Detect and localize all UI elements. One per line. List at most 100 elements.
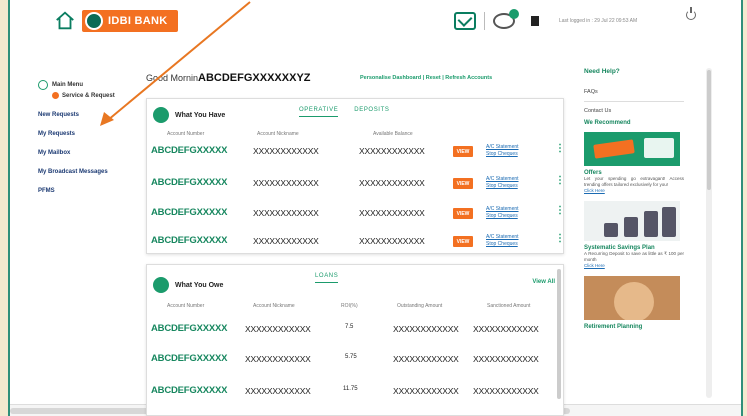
loan-account-number[interactable]: ABCDEFGXXXXX bbox=[151, 323, 227, 334]
row-links: A/C Statement Stop Cheques bbox=[486, 144, 519, 158]
stop-cheques-link[interactable]: Stop Cheques bbox=[486, 213, 519, 220]
stop-cheques-link[interactable]: Stop Cheques bbox=[486, 151, 519, 158]
col-available-balance: Available Balance bbox=[373, 131, 413, 137]
kebab-icon[interactable]: ⋮ bbox=[555, 176, 565, 186]
sanctioned-amount: XXXXXXXXXXXX bbox=[473, 354, 539, 364]
view-button[interactable]: VIEW bbox=[453, 236, 473, 247]
mail-icon[interactable] bbox=[454, 12, 476, 30]
account-number[interactable]: ABCDEFGXXXXX bbox=[151, 145, 227, 156]
ac-statement-link[interactable]: A/C Statement bbox=[486, 206, 519, 213]
offers-banner-image[interactable] bbox=[584, 132, 680, 166]
table-row: ABCDEFGXXXXX XXXXXXXXXXXX XXXXXXXXXXXX V… bbox=[147, 144, 565, 169]
account-number[interactable]: ABCDEFGXXXXX bbox=[151, 207, 227, 218]
dashboard-links[interactable]: Personalise Dashboard | Reset | Refresh … bbox=[360, 75, 492, 81]
main-menu-label: Main Menu bbox=[52, 82, 83, 88]
col-outstanding: Outstanding Amount bbox=[397, 303, 443, 309]
kebab-icon[interactable]: ⋮ bbox=[555, 234, 565, 244]
sanctioned-amount: XXXXXXXXXXXX bbox=[473, 386, 539, 396]
sidebar-item-my-requests[interactable]: My Requests bbox=[38, 131, 148, 137]
row-links: A/C Statement Stop Cheques bbox=[486, 176, 519, 190]
home-icon[interactable] bbox=[54, 10, 76, 32]
roi-value: 7.5 bbox=[345, 324, 354, 330]
divider bbox=[484, 12, 485, 30]
loan-account-number[interactable]: ABCDEFGXXXXX bbox=[151, 353, 227, 364]
savings-plan-image[interactable] bbox=[584, 201, 680, 241]
user-icon[interactable] bbox=[531, 16, 539, 26]
outstanding-amount: XXXXXXXXXXXX bbox=[393, 324, 459, 334]
ac-statement-link[interactable]: A/C Statement bbox=[486, 144, 519, 151]
card-title: What You Have bbox=[175, 111, 226, 119]
scrollbar-thumb[interactable] bbox=[707, 70, 711, 190]
roi-value: 5.75 bbox=[345, 354, 357, 360]
offers-text: Let your spending go extravagant! Access… bbox=[584, 176, 684, 187]
ssp-text: A Recurring Deposit to save as little as… bbox=[584, 251, 684, 262]
table-row: ABCDEFGXXXXX XXXXXXXXXXXX 7.5 XXXXXXXXXX… bbox=[147, 323, 557, 347]
col-account-nickname: Account Nickname bbox=[257, 131, 299, 137]
right-panel: Need Help? FAQs Contact Us We Recommend … bbox=[584, 68, 684, 330]
bank-logo[interactable]: IDBI BANK bbox=[82, 10, 178, 32]
faqs-link[interactable]: FAQs bbox=[584, 89, 684, 95]
view-button[interactable]: VIEW bbox=[453, 178, 473, 189]
tab-loans[interactable]: LOANS bbox=[315, 273, 339, 283]
account-tabs: OPERATIVE DEPOSITS bbox=[299, 107, 389, 117]
row-links: A/C Statement Stop Cheques bbox=[486, 206, 519, 220]
sidebar-item-pfms[interactable]: PFMS bbox=[38, 188, 148, 194]
greeting: Good MorninABCDEFGXXXXXXYZ bbox=[146, 72, 311, 84]
card-scrollbar[interactable] bbox=[557, 269, 561, 399]
view-button[interactable]: VIEW bbox=[453, 208, 473, 219]
view-button[interactable]: VIEW bbox=[453, 146, 473, 157]
view-all-link[interactable]: View All bbox=[532, 279, 555, 285]
power-icon[interactable] bbox=[686, 7, 696, 20]
ssp-click-here[interactable]: Click Here bbox=[584, 263, 684, 268]
table-row: ABCDEFGXXXXX XXXXXXXXXXXX 5.75 XXXXXXXXX… bbox=[147, 353, 557, 377]
sidebar-item-broadcast-messages[interactable]: My Broadcast Messages bbox=[38, 169, 148, 175]
sanctioned-amount: XXXXXXXXXXXX bbox=[473, 324, 539, 334]
outstanding-amount: XXXXXXXXXXXX bbox=[393, 386, 459, 396]
loan-nickname: XXXXXXXXXXXX bbox=[245, 354, 311, 364]
toolbar-icons: Last logged in : 29 Jul 22 09:53 AM bbox=[454, 9, 637, 30]
retirement-image[interactable] bbox=[584, 276, 680, 320]
account-number[interactable]: ABCDEFGXXXXX bbox=[151, 177, 227, 188]
outstanding-amount: XXXXXXXXXXXX bbox=[393, 354, 459, 364]
bank-name: IDBI BANK bbox=[108, 15, 168, 27]
offers-click-here[interactable]: Click Here bbox=[584, 188, 684, 193]
col-account-number: Account Number bbox=[167, 131, 205, 137]
main-menu[interactable]: Main Menu bbox=[38, 80, 148, 90]
tab-deposits[interactable]: DEPOSITS bbox=[354, 107, 389, 117]
sidebar-item-new-requests[interactable]: New Requests bbox=[38, 112, 148, 118]
loan-account-number[interactable]: ABCDEFGXXXXX bbox=[151, 385, 227, 396]
col-account-number: Account Number bbox=[167, 303, 205, 309]
menu-icon bbox=[38, 80, 48, 90]
retirement-title: Retirement Planning bbox=[584, 324, 643, 330]
divider bbox=[584, 101, 684, 102]
sidebar: Main Menu Service & Request New Requests… bbox=[38, 80, 148, 194]
sidebar-item-my-mailbox[interactable]: My Mailbox bbox=[38, 150, 148, 156]
ac-statement-link[interactable]: A/C Statement bbox=[486, 234, 519, 241]
loan-tabs: LOANS bbox=[315, 273, 339, 283]
kebab-icon[interactable]: ⋮ bbox=[555, 206, 565, 216]
notification-badge bbox=[509, 9, 519, 19]
account-nickname: XXXXXXXXXXXX bbox=[253, 236, 319, 246]
service-request-menu[interactable]: Service & Request bbox=[52, 92, 148, 99]
page-scrollbar[interactable] bbox=[706, 68, 712, 398]
card-header: What You Owe bbox=[153, 277, 223, 293]
loan-nickname: XXXXXXXXXXXX bbox=[245, 386, 311, 396]
ac-statement-link[interactable]: A/C Statement bbox=[486, 176, 519, 183]
tab-operative[interactable]: OPERATIVE bbox=[299, 107, 339, 117]
available-balance: XXXXXXXXXXXX bbox=[359, 208, 425, 218]
card-title: What You Owe bbox=[175, 281, 224, 289]
what-you-have-card: What You Have OPERATIVE DEPOSITS Account… bbox=[146, 98, 565, 254]
greeting-prefix: Good Mornin bbox=[146, 73, 199, 83]
what-you-owe-card: What You Owe LOANS View All Account Numb… bbox=[146, 264, 564, 416]
kebab-icon[interactable]: ⋮ bbox=[555, 144, 565, 154]
account-number[interactable]: ABCDEFGXXXXX bbox=[151, 235, 227, 246]
contact-us-link[interactable]: Contact Us bbox=[584, 108, 684, 114]
account-nickname: XXXXXXXXXXXX bbox=[253, 146, 319, 156]
chat-icon[interactable] bbox=[493, 9, 519, 29]
recommend-heading: We Recommend bbox=[584, 120, 631, 126]
stop-cheques-link[interactable]: Stop Cheques bbox=[486, 183, 519, 190]
need-help-heading: Need Help? bbox=[584, 68, 620, 75]
col-sanctioned: Sanctioned Amount bbox=[487, 303, 531, 309]
stop-cheques-link[interactable]: Stop Cheques bbox=[486, 241, 519, 248]
top-bar: IDBI BANK Last logged in : 29 Jul 22 09:… bbox=[10, 0, 741, 56]
